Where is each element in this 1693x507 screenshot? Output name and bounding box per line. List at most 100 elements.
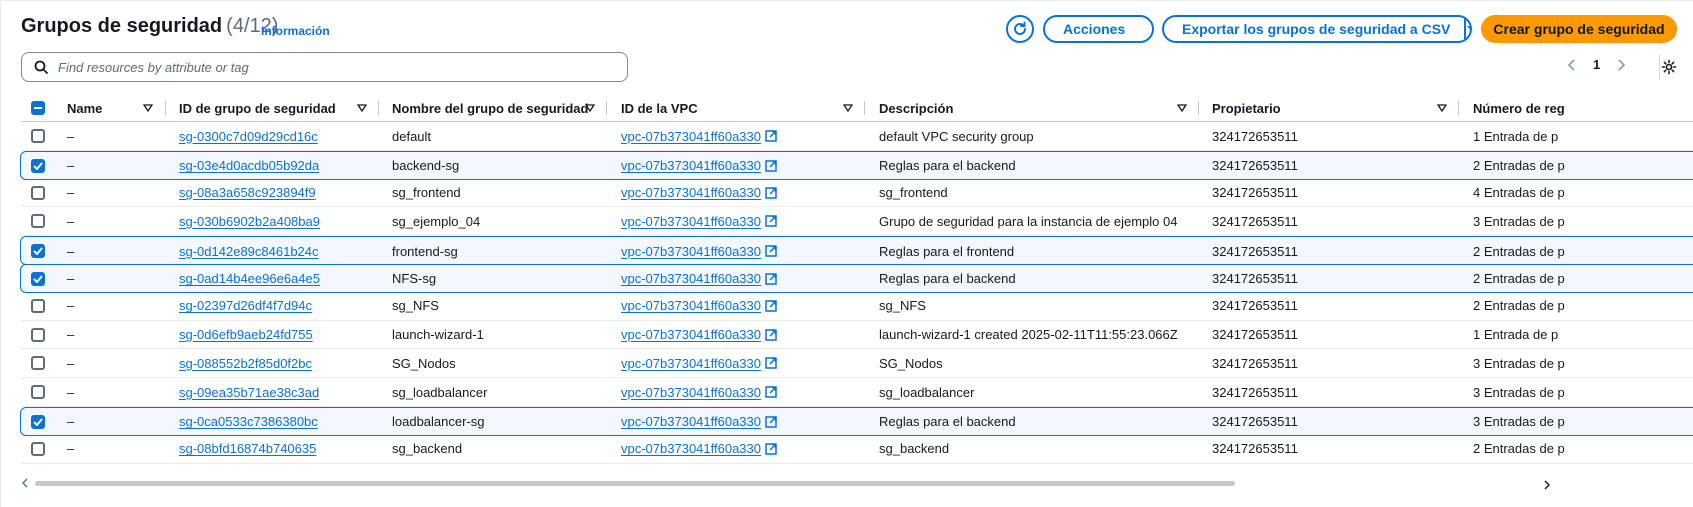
cell-description: Reglas para el backend xyxy=(879,271,1016,287)
column-header-name[interactable]: Name xyxy=(67,94,102,122)
export-options-button[interactable] xyxy=(1466,17,1470,41)
table-row[interactable]: – sg-03e4d0acdb05b92da backend-sg vpc-07b37… xyxy=(20,150,1693,180)
table-row[interactable]: – sg-08a3a658c923894f9 sg_frontend vpc-07b3… xyxy=(21,179,1693,208)
table-row[interactable]: – sg-030b6902b2a408ba9 sg_ejemplo_04 vpc-07… xyxy=(21,207,1693,237)
cell-vpc-link[interactable]: vpc-07b373041ff60a330 xyxy=(621,385,761,400)
cell-vpc-link[interactable]: vpc-07b373041ff60a330 xyxy=(621,271,761,286)
cell-sg-id-link[interactable]: sg-09ea35b71ae38c3ad xyxy=(179,378,319,406)
cell-sg-id-link[interactable]: sg-08bfd16874b740635 xyxy=(179,435,316,463)
table-row[interactable]: – sg-0300c7d09d29cd16c default vpc-07b37304… xyxy=(21,122,1693,151)
sort-icon[interactable] xyxy=(1437,104,1447,112)
cell-vpc-link[interactable]: vpc-07b373041ff60a330 xyxy=(621,441,761,456)
cell-name: – xyxy=(67,271,75,287)
chevron-right-icon[interactable] xyxy=(1616,58,1626,72)
column-divider[interactable] xyxy=(1198,101,1199,115)
table-row[interactable]: – sg-0d142e89c8461b24c frontend-sg vpc-07b3… xyxy=(20,236,1693,265)
cell-description: Grupo de seguridad para la instancia de … xyxy=(879,213,1178,229)
external-link-icon xyxy=(765,245,777,257)
row-checkbox-cell xyxy=(31,349,45,377)
column-header-rules[interactable]: Número de reg xyxy=(1473,94,1565,122)
table-header: Name ID de grupo de seguridad Nombre del… xyxy=(21,94,1693,122)
cell-sg-id-link[interactable]: sg-0d142e89c8461b24c xyxy=(179,237,319,265)
cell-vpc-link[interactable]: vpc-07b373041ff60a330 xyxy=(621,327,761,342)
cell-sg-id-link[interactable]: sg-08a3a658c923894f9 xyxy=(179,179,316,207)
scroll-right-icon[interactable] xyxy=(1543,480,1551,490)
table-row[interactable]: – sg-0d6efb9aeb24fd755 launch-wizard-1 vpc-… xyxy=(21,321,1693,350)
cell-vpc-link[interactable]: vpc-07b373041ff60a330 xyxy=(621,185,761,200)
column-header-vpc-id[interactable]: ID de la VPC xyxy=(621,94,698,122)
indeterminate-icon xyxy=(34,107,42,109)
external-link-icon xyxy=(765,357,777,370)
column-header-sg-name[interactable]: Nombre del grupo de seguridad xyxy=(392,94,588,122)
sort-icon[interactable] xyxy=(585,104,595,112)
column-divider[interactable] xyxy=(1458,101,1459,115)
cell-rules: 3 Entradas de p xyxy=(1473,213,1565,229)
cell-sg-id-link[interactable]: sg-02397d26df4f7d94c xyxy=(179,292,312,320)
column-header-owner[interactable]: Propietario xyxy=(1212,94,1281,122)
cell-vpc-link[interactable]: vpc-07b373041ff60a330 xyxy=(621,129,761,144)
cell-sg-id-link[interactable]: sg-03e4d0acdb05b92da xyxy=(179,152,319,180)
preferences-button[interactable] xyxy=(1659,57,1679,77)
select-all-checkbox[interactable] xyxy=(31,101,45,115)
column-divider[interactable] xyxy=(378,101,379,115)
cell-owner: 324172653511 xyxy=(1212,327,1298,343)
row-checkbox[interactable] xyxy=(31,356,45,371)
cell-sg-id-link[interactable]: sg-088552b2f85d0f2bc xyxy=(179,349,312,377)
external-link-icon xyxy=(765,328,777,341)
actions-dropdown-button[interactable]: Acciones xyxy=(1043,15,1154,43)
table-row[interactable]: – sg-0ca0533c7386380bc loadbalancer-sg vpc-… xyxy=(20,406,1693,436)
row-checkbox[interactable] xyxy=(31,185,45,200)
cell-vpc-link[interactable]: vpc-07b373041ff60a330 xyxy=(621,214,761,229)
current-page[interactable]: 1 xyxy=(1593,57,1600,72)
cell-sg-id-link[interactable]: sg-0d6efb9aeb24fd755 xyxy=(179,321,313,349)
table-row[interactable]: – sg-0ad14b4ee96e6a4e5 NFS-sg vpc-07b373041… xyxy=(20,263,1693,293)
export-csv-button[interactable]: Exportar los grupos de seguridad a CSV xyxy=(1164,17,1467,41)
scrollbar-thumb[interactable] xyxy=(35,481,1235,486)
column-divider[interactable] xyxy=(864,101,865,115)
row-checkbox[interactable] xyxy=(31,244,45,259)
row-checkbox[interactable] xyxy=(31,271,45,286)
sort-icon[interactable] xyxy=(1177,104,1187,112)
refresh-button[interactable] xyxy=(1006,15,1034,43)
actions-label: Acciones xyxy=(1063,21,1126,37)
cell-vpc-link[interactable]: vpc-07b373041ff60a330 xyxy=(621,356,761,371)
row-checkbox[interactable] xyxy=(31,158,45,173)
table-row[interactable]: – sg-02397d26df4f7d94c sg_NFS vpc-07b373041… xyxy=(21,292,1693,321)
search-input[interactable] xyxy=(58,59,598,75)
cell-owner: 324172653511 xyxy=(1212,384,1298,400)
refresh-icon xyxy=(1014,21,1026,35)
sort-icon[interactable] xyxy=(843,104,853,112)
cell-description: Reglas para el backend xyxy=(879,158,1016,174)
cell-sg-id-link[interactable]: sg-0ad14b4ee96e6a4e5 xyxy=(179,265,320,293)
horizontal-scrollbar[interactable] xyxy=(21,477,1693,491)
cell-vpc-link[interactable]: vpc-07b373041ff60a330 xyxy=(621,414,761,429)
table-row[interactable]: – sg-08bfd16874b740635 sg_backend vpc-07b37… xyxy=(21,435,1693,464)
column-header-description[interactable]: Descripción xyxy=(879,94,953,122)
create-security-group-button[interactable]: Crear grupo de seguridad xyxy=(1481,15,1677,43)
cell-vpc-link[interactable]: vpc-07b373041ff60a330 xyxy=(621,298,761,313)
row-checkbox[interactable] xyxy=(31,298,45,313)
column-divider[interactable] xyxy=(606,101,607,115)
row-checkbox[interactable] xyxy=(31,414,45,429)
cell-sg-id-link[interactable]: sg-0ca0533c7386380bc xyxy=(179,408,318,436)
row-checkbox[interactable] xyxy=(31,129,45,143)
row-checkbox[interactable] xyxy=(31,214,45,229)
cell-vpc-link[interactable]: vpc-07b373041ff60a330 xyxy=(621,244,761,259)
table-row[interactable]: – sg-088552b2f85d0f2bc SG_Nodos vpc-07b3730… xyxy=(21,349,1693,379)
cell-sg-id-link[interactable]: sg-0300c7d09d29cd16c xyxy=(179,122,318,150)
cell-owner: 324172653511 xyxy=(1212,441,1298,457)
cell-sg-id-link[interactable]: sg-030b6902b2a408ba9 xyxy=(179,207,320,235)
column-divider[interactable] xyxy=(165,101,166,115)
column-header-sg-id[interactable]: ID de grupo de seguridad xyxy=(179,94,336,122)
sort-icon[interactable] xyxy=(357,104,367,112)
row-checkbox[interactable] xyxy=(31,327,45,342)
sort-icon[interactable] xyxy=(143,104,153,112)
cell-rules: 2 Entradas de p xyxy=(1473,243,1565,259)
chevron-left-icon[interactable] xyxy=(1567,58,1577,72)
row-checkbox[interactable] xyxy=(31,385,45,400)
scroll-left-icon[interactable] xyxy=(21,478,29,488)
row-checkbox[interactable] xyxy=(31,441,45,456)
cell-vpc-link[interactable]: vpc-07b373041ff60a330 xyxy=(621,158,761,173)
table-row[interactable]: – sg-09ea35b71ae38c3ad sg_loadbalancer vpc-… xyxy=(21,378,1693,407)
info-link[interactable]: Información xyxy=(261,24,330,38)
